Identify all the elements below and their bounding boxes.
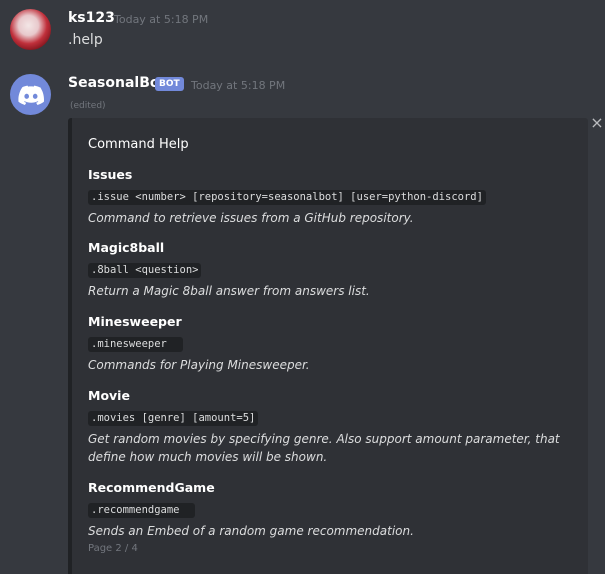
help-embed: Command Help Issues .issue <number> [rep… [68,118,588,574]
bot-name[interactable]: SeasonalBot [68,75,166,91]
embed-title: Command Help [88,137,189,152]
command-usage: .issue <number> [repository=seasonalbot]… [88,190,486,205]
command-name: Magic8ball [88,240,165,255]
command-usage: .minesweeper [88,337,183,352]
discord-logo-icon [17,85,44,105]
command-description: Commands for Playing Minesweeper. [88,358,310,372]
bot-badge: BOT [155,77,184,91]
command-description: Sends an Embed of a random game recommen… [88,524,414,538]
user-message-text: .help [68,32,103,48]
command-description: Command to retrieve issues from a GitHub… [88,211,414,225]
command-field-movie: Movie .movies [genre] [amount=5] Get ran… [88,388,568,466]
user-message-timestamp: Today at 5:18 PM [114,13,209,26]
command-usage: .movies [genre] [amount=5] [88,411,259,426]
command-field-recommendgame: RecommendGame .recommendgame Sends an Em… [88,480,568,540]
embed-footer-page: Page 2 / 4 [88,543,138,554]
command-description: Get random movies by specifying genre. A… [88,432,560,464]
user-name[interactable]: ks123 [68,10,115,26]
command-name: Issues [88,167,133,182]
command-name: Movie [88,388,130,403]
command-usage: .recommendgame [88,503,196,518]
command-description: Return a Magic 8ball answer from answers… [88,284,370,298]
command-field-magic8ball: Magic8ball .8ball <question> Return a Ma… [88,240,568,300]
bot-message-timestamp: Today at 5:18 PM [191,79,286,92]
user-avatar[interactable] [10,9,51,50]
command-field-minesweeper: Minesweeper .minesweeper Commands for Pl… [88,314,568,374]
close-icon[interactable]: × [589,115,605,131]
command-usage: .8ball <question> [88,263,202,278]
bot-avatar[interactable] [10,74,51,115]
command-name: RecommendGame [88,480,215,495]
edited-label: (edited) [70,101,106,111]
command-name: Minesweeper [88,314,182,329]
command-field-issues: Issues .issue <number> [repository=seaso… [88,167,568,227]
